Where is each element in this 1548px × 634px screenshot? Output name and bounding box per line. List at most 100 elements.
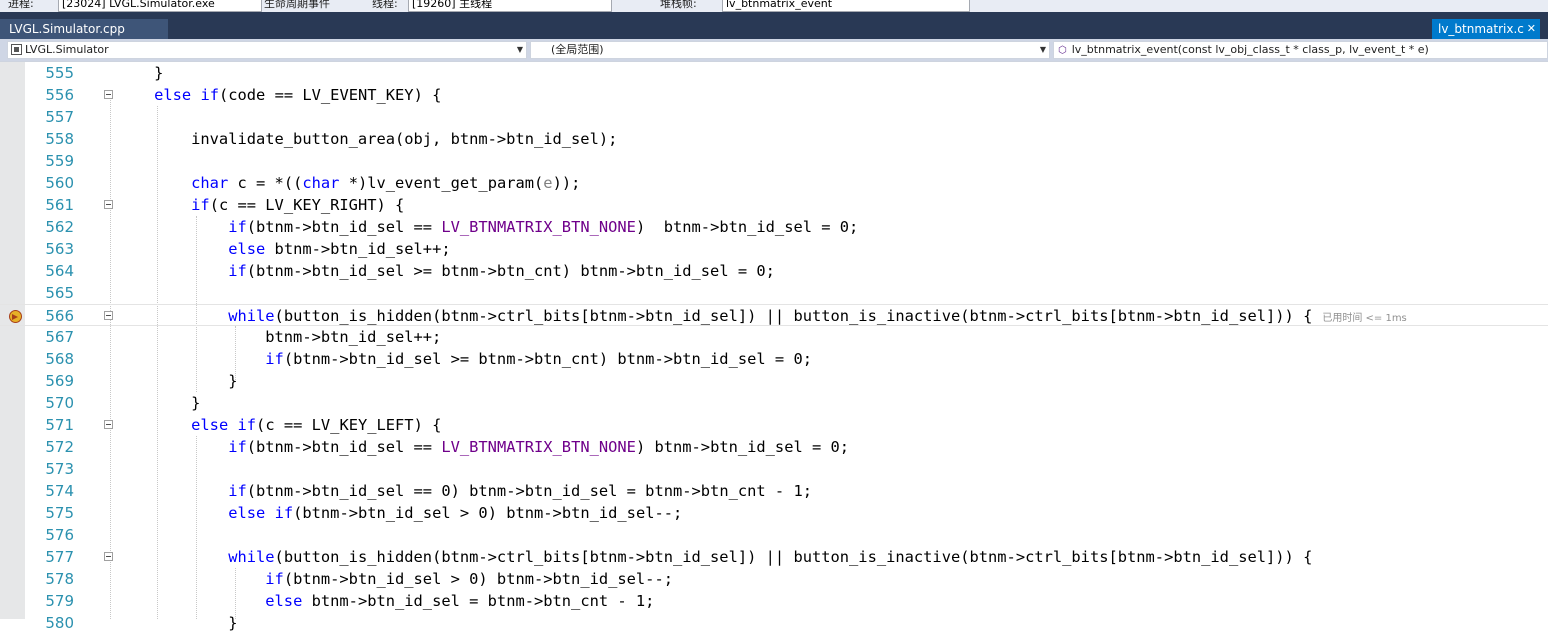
debug-location-toolbar: 进程: [23024] LVGL.Simulator.exe 生命周期事件 线程… [0,0,1548,12]
line-number: 558 [45,130,74,148]
line-number: 577 [45,548,74,566]
function-cube-icon: ⬡ [1058,45,1067,56]
code-line[interactable]: 575 else if(btnm->btn_id_sel > 0) btnm->… [0,502,1548,524]
code-line[interactable]: 558 invalidate_button_area(obj, btnm->bt… [0,128,1548,150]
project-dropdown[interactable]: LVGL.Simulator ▼ [7,41,527,59]
code-line[interactable]: 562 if(btnm->btn_id_sel == LV_BTNMATRIX_… [0,216,1548,238]
line-number: 562 [45,218,74,236]
chevron-down-icon: ▼ [516,45,523,54]
code-text: } [117,372,238,390]
code-line[interactable]: 578 if(btnm->btn_id_sel > 0) btnm->btn_i… [0,568,1548,590]
process-dropdown[interactable]: [23024] LVGL.Simulator.exe [58,0,262,12]
code-line[interactable]: 555 } [0,62,1548,84]
line-number: 579 [45,592,74,610]
code-text: } [117,394,201,412]
code-line[interactable]: 569 } [0,370,1548,392]
code-line[interactable]: 580 } [0,612,1548,634]
code-text: else btnm->btn_id_sel++; [228,240,451,258]
line-number: 565 [45,284,74,302]
scope-name: (全局范围) [551,43,604,56]
line-number: 576 [45,526,74,544]
line-number: 580 [45,614,74,632]
line-number: 564 [45,262,74,280]
code-line[interactable]: 574 if(btnm->btn_id_sel == 0) btnm->btn_… [0,480,1548,502]
code-line[interactable]: 571 else if(c == LV_KEY_LEFT) { [0,414,1548,436]
code-text: invalidate_button_area(obj, btnm->btn_id… [117,130,618,148]
function-dropdown[interactable]: ⬡ lv_btnmatrix_event(const lv_obj_class_t… [1053,41,1548,59]
scope-dropdown[interactable]: (全局范围) ▼ [530,41,1050,59]
line-number: 560 [45,174,74,192]
code-text: if(c == LV_KEY_RIGHT) { [191,196,405,214]
breakpoint-arrow-icon[interactable] [9,310,22,323]
lifecycle-events-label[interactable]: 生命周期事件 [264,0,330,10]
code-text: } [117,614,238,632]
code-line[interactable]: 561 if(c == LV_KEY_RIGHT) { [0,194,1548,216]
line-number: 570 [45,394,74,412]
line-number: 559 [45,152,74,170]
code-text: if(btnm->btn_id_sel >= btnm->btn_cnt) bt… [228,262,775,280]
project-name: LVGL.Simulator [25,43,109,56]
tab-lvgl-simulator-cpp[interactable]: LVGL.Simulator.cpp [0,19,168,39]
collapse-icon[interactable] [104,200,113,209]
code-text: else if(code == LV_EVENT_KEY) { [154,86,442,104]
code-text: if(btnm->btn_id_sel > 0) btnm->btn_id_se… [265,570,673,588]
code-line[interactable]: 565 [0,282,1548,304]
collapse-icon[interactable] [104,90,113,99]
line-number: 571 [45,416,74,434]
project-icon [11,44,22,55]
code-line[interactable]: 566 while(button_is_hidden(btnm->ctrl_bi… [0,304,1548,326]
thread-dropdown[interactable]: [19260] 主线程 [408,0,612,12]
tab-label: LVGL.Simulator.cpp [9,22,125,36]
code-text: if(btnm->btn_id_sel == LV_BTNMATRIX_BTN_… [228,218,859,236]
stackframe-label: 堆栈帧: [660,0,697,10]
perf-tip[interactable]: 已用时间 <= 1ms [1322,313,1406,324]
close-icon[interactable]: ✕ [1527,19,1536,39]
code-line[interactable]: 570 } [0,392,1548,414]
thread-label: 线程: [372,0,398,10]
code-line[interactable]: 560 char c = *((char *)lv_event_get_para… [0,172,1548,194]
code-line[interactable]: 572 if(btnm->btn_id_sel == LV_BTNMATRIX_… [0,436,1548,458]
line-number: 572 [45,438,74,456]
code-line[interactable]: 577 while(button_is_hidden(btnm->ctrl_bi… [0,546,1548,568]
process-label: 进程: [8,0,34,10]
line-number: 569 [45,372,74,390]
line-number: 575 [45,504,74,522]
tab-lv-btnmatrix-c[interactable]: lv_btnmatrix.c ✕ [1432,19,1540,39]
stackframe-dropdown[interactable]: lv_btnmatrix_event [722,0,970,12]
code-text: if(btnm->btn_id_sel >= btnm->btn_cnt) bt… [265,350,812,368]
code-editor[interactable]: 555 } 556 else if(code == LV_EVENT_KEY) {… [0,62,1548,632]
chevron-down-icon: ▼ [1039,45,1046,54]
function-signature: lv_btnmatrix_event(const lv_obj_class_t … [1071,43,1429,56]
document-tab-strip: LVGL.Simulator.cpp lv_btnmatrix.c ✕ [0,12,1548,39]
code-text: char c = *((char *)lv_event_get_param(e)… [191,174,581,192]
line-number: 578 [45,570,74,588]
code-text: btnm->btn_id_sel++; [117,328,442,346]
line-number: 555 [45,64,74,82]
line-number: 556 [45,86,74,104]
line-number: 573 [45,460,74,478]
code-text: if(btnm->btn_id_sel == LV_BTNMATRIX_BTN_… [228,438,850,456]
code-line[interactable]: 576 [0,524,1548,546]
collapse-icon[interactable] [104,311,113,320]
code-text: while(button_is_hidden(btnm->ctrl_bits[b… [228,548,1313,566]
collapse-icon[interactable] [104,552,113,561]
code-text: if(btnm->btn_id_sel == 0) btnm->btn_id_s… [228,482,812,500]
code-line[interactable]: 567 btnm->btn_id_sel++; [0,326,1548,348]
code-line[interactable]: 579 else btnm->btn_id_sel = btnm->btn_cn… [0,590,1548,612]
line-number: 567 [45,328,74,346]
collapse-icon[interactable] [104,420,113,429]
code-line[interactable]: 568 if(btnm->btn_id_sel >= btnm->btn_cnt… [0,348,1548,370]
line-number: 563 [45,240,74,258]
code-line[interactable]: 564 if(btnm->btn_id_sel >= btnm->btn_cnt… [0,260,1548,282]
code-line[interactable]: 573 [0,458,1548,480]
code-line[interactable]: 559 [0,150,1548,172]
code-text: else btnm->btn_id_sel = btnm->btn_cnt - … [265,592,655,610]
code-line[interactable]: 557 [0,106,1548,128]
line-number: 574 [45,482,74,500]
line-number: 566 [45,307,74,325]
code-line[interactable]: 556 else if(code == LV_EVENT_KEY) { [0,84,1548,106]
line-number: 557 [45,108,74,126]
code-text: else if(btnm->btn_id_sel > 0) btnm->btn_… [228,504,683,522]
code-text: } [117,64,164,82]
code-line[interactable]: 563 else btnm->btn_id_sel++; [0,238,1548,260]
